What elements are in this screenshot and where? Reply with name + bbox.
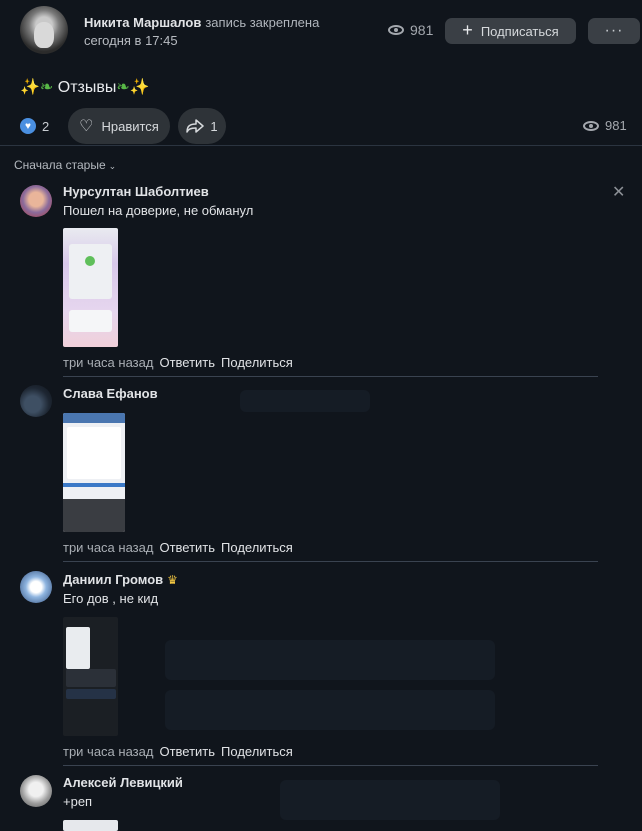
subscribe-label: Подписаться (480, 23, 559, 39)
comment-actions: три часа назад Ответить Поделиться (63, 744, 293, 759)
chevron-down-icon: ⌄ (108, 161, 117, 171)
views-count-bottom: 981 (605, 118, 627, 133)
leaf-emoji: ❧ (39, 79, 54, 96)
comment-time[interactable]: три часа назад (63, 540, 153, 555)
likes-count: 2 (42, 118, 50, 134)
views-counter: 981 (388, 22, 433, 38)
post-header: Никита Маршалов запись закреплена сегодня… (0, 0, 642, 60)
comment-screenshot[interactable] (63, 617, 118, 736)
commenter-avatar[interactable] (20, 775, 52, 807)
commenter-name[interactable]: Слава Ефанов (63, 386, 158, 401)
share-comment-button[interactable]: Поделиться (221, 540, 293, 555)
more-button[interactable]: ··· (588, 18, 640, 44)
commenter-avatar[interactable] (20, 385, 52, 417)
author-avatar[interactable] (20, 6, 68, 54)
screenshot-card (66, 669, 116, 687)
reply-button[interactable]: Ответить (159, 540, 215, 555)
screenshot-keyboard (63, 499, 125, 532)
views-counter-bottom: 981 (583, 118, 627, 133)
comment-divider (63, 561, 598, 562)
sparkles-emoji: ✨ (20, 79, 40, 96)
comment-screenshot[interactable] (63, 228, 118, 347)
screenshot-menu (66, 627, 90, 669)
commenter-name-text[interactable]: Даниил Громов (63, 572, 163, 587)
comment-text: Пошел на доверие, не обманул (63, 203, 254, 218)
screenshot-thumbnail (63, 413, 125, 532)
leaf-emoji: ❧ (116, 79, 130, 96)
sort-label: Сначала старые (14, 158, 106, 172)
comment-actions: три часа назад Ответить Поделиться (63, 355, 293, 370)
more-icon: ··· (604, 22, 624, 39)
background-overlay (280, 780, 500, 820)
post-date[interactable]: сегодня в 17:45 (84, 33, 178, 48)
author-name[interactable]: Никита Маршалов (84, 15, 201, 30)
comment-actions: три часа назад Ответить Поделиться (63, 540, 293, 555)
screenshot-bar (63, 483, 125, 487)
reply-button[interactable]: Ответить (159, 744, 215, 759)
like-button[interactable]: ♡ Нравится (68, 108, 170, 144)
post-title-text: Отзывы (57, 79, 117, 96)
eye-icon (388, 25, 404, 35)
screenshot-message (69, 310, 112, 332)
views-count: 981 (410, 22, 434, 38)
comment-text: +реп (63, 794, 93, 809)
screenshot-bar (66, 689, 116, 699)
screenshot-thumbnail (63, 820, 118, 831)
divider (0, 145, 642, 146)
likes-summary[interactable]: ♥ 2 (20, 118, 49, 134)
background-overlay (165, 690, 495, 730)
comment-divider (63, 765, 598, 766)
sparkles-emoji: ✨ (129, 79, 150, 96)
close-icon[interactable]: ✕ (612, 182, 625, 202)
plus-icon: + (462, 20, 473, 40)
author-line: Никита Маршалов запись закреплена (84, 15, 319, 30)
comment-text: Его дов , не кид (63, 591, 159, 606)
share-button[interactable]: 1 (178, 108, 226, 144)
heart-icon: ♥ (20, 118, 36, 134)
screenshot-thumbnail (63, 617, 118, 736)
crown-icon: ♛ (167, 573, 178, 587)
like-label: Нравится (101, 118, 159, 134)
comment-screenshot[interactable] (63, 413, 125, 532)
sort-dropdown[interactable]: Сначала старые ⌄ (14, 158, 116, 172)
background-overlay (165, 640, 495, 680)
commenter-name: Даниил Громов ♛ (63, 572, 178, 587)
comment-divider (63, 376, 598, 377)
comment-time[interactable]: три часа назад (63, 744, 153, 759)
comment-time[interactable]: три часа назад (63, 355, 153, 370)
pinned-note: запись закреплена (205, 15, 320, 30)
share-comment-button[interactable]: Поделиться (221, 744, 293, 759)
screenshot-thumbnail (63, 228, 118, 347)
commenter-avatar[interactable] (20, 571, 52, 603)
background-overlay (240, 390, 370, 412)
screenshot-check (85, 256, 95, 266)
shares-count: 1 (210, 118, 218, 134)
commenter-name[interactable]: Алексей Левицкий (63, 775, 183, 790)
commenter-name[interactable]: Нурсултан Шаболтиев (63, 184, 209, 199)
comment-screenshot[interactable] (63, 820, 118, 831)
screenshot-card (67, 427, 121, 479)
reply-button[interactable]: Ответить (159, 355, 215, 370)
screenshot-card (69, 244, 112, 299)
share-icon (186, 119, 205, 133)
commenter-avatar[interactable] (20, 185, 52, 217)
share-comment-button[interactable]: Поделиться (221, 355, 293, 370)
subscribe-button[interactable]: + Подписаться (445, 18, 576, 44)
heart-outline-icon: ♡ (79, 118, 94, 135)
post-title: ✨❧ Отзывы❧✨ (20, 77, 150, 97)
eye-icon (583, 120, 599, 131)
screenshot-topbar (63, 413, 125, 423)
